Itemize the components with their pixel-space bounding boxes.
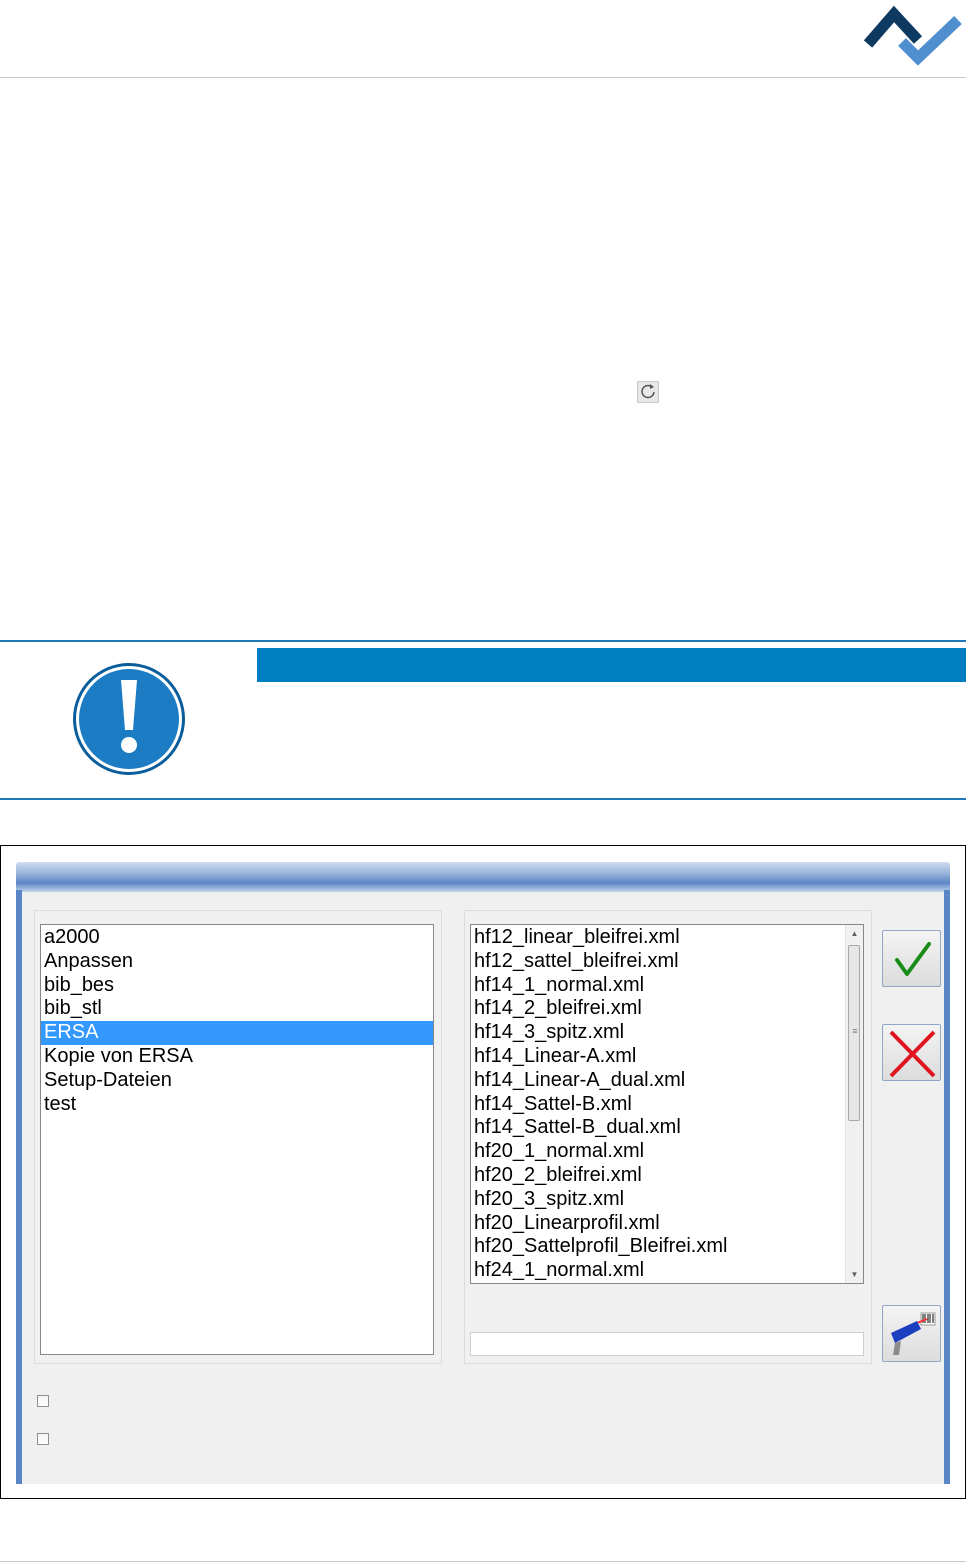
- note-top-rule: [0, 640, 966, 642]
- file-item[interactable]: hf24_1_normal.xml: [471, 1259, 845, 1283]
- scroll-down-arrow-icon[interactable]: ▼: [846, 1266, 863, 1283]
- file-item[interactable]: hf14_Sattel-B.xml: [471, 1093, 845, 1117]
- scrollbar-thumb[interactable]: ≡: [848, 945, 860, 1121]
- file-item[interactable]: hf14_3_spitz.xml: [471, 1021, 845, 1045]
- file-item[interactable]: hf12_linear_bleifrei.xml: [471, 926, 845, 950]
- header-divider: [0, 77, 966, 78]
- cancel-button[interactable]: [882, 1024, 941, 1081]
- file-item[interactable]: hf14_Linear-A_dual.xml: [471, 1069, 845, 1093]
- file-item[interactable]: hf14_Linear-A.xml: [471, 1045, 845, 1069]
- file-list-scrollbar[interactable]: ▲ ≡ ▼: [845, 925, 863, 1283]
- refresh-icon[interactable]: [637, 381, 659, 403]
- scroll-up-arrow-icon[interactable]: ▲: [846, 925, 863, 942]
- file-item[interactable]: hf14_Sattel-B_dual.xml: [471, 1116, 845, 1140]
- file-item[interactable]: hf14_1_normal.xml: [471, 974, 845, 998]
- file-item[interactable]: hf20_Sattelprofil_Bleifrei.xml: [471, 1235, 845, 1259]
- file-item[interactable]: hf20_2_bleifrei.xml: [471, 1164, 845, 1188]
- file-item[interactable]: hf20_Linearprofil.xml: [471, 1212, 845, 1236]
- footer-divider: [0, 1561, 966, 1562]
- folder-item[interactable]: bib_bes: [41, 974, 433, 998]
- ok-button[interactable]: [882, 930, 941, 987]
- file-item[interactable]: hf20_1_normal.xml: [471, 1140, 845, 1164]
- folder-item[interactable]: Kopie von ERSA: [41, 1045, 433, 1069]
- file-item[interactable]: hf12_sattel_bleifrei.xml: [471, 950, 845, 974]
- folder-item[interactable]: test: [41, 1093, 433, 1117]
- file-item[interactable]: hf20_3_spitz.xml: [471, 1188, 845, 1212]
- file-list[interactable]: hf12_linear_bleifrei.xml hf12_sattel_ble…: [470, 924, 864, 1284]
- folder-item[interactable]: bib_stl: [41, 997, 433, 1021]
- option-checkbox-2[interactable]: [37, 1433, 49, 1445]
- ersa-logo-icon: [863, 5, 962, 66]
- checkmark-icon: [895, 942, 931, 976]
- barcode-scanner-icon: [891, 1312, 936, 1355]
- filename-input[interactable]: [470, 1332, 864, 1356]
- note-bottom-rule: [0, 798, 966, 800]
- folder-list[interactable]: a2000 Anpassen bib_bes bib_stl ERSA Kopi…: [40, 924, 434, 1355]
- dialog-titlebar[interactable]: [16, 862, 950, 892]
- exclamation-icon: [73, 663, 185, 775]
- folder-item-selected[interactable]: ERSA: [41, 1021, 433, 1045]
- folder-item[interactable]: Anpassen: [41, 950, 433, 974]
- option-checkbox-1[interactable]: [37, 1395, 49, 1407]
- folder-item[interactable]: Setup-Dateien: [41, 1069, 433, 1093]
- folder-item[interactable]: a2000: [41, 926, 433, 950]
- file-item[interactable]: hf14_2_bleifrei.xml: [471, 997, 845, 1021]
- note-header-bar: [257, 648, 966, 682]
- scroll-grip-icon: ≡: [852, 1026, 858, 1036]
- scan-button[interactable]: [882, 1305, 941, 1362]
- cross-icon: [889, 1030, 936, 1078]
